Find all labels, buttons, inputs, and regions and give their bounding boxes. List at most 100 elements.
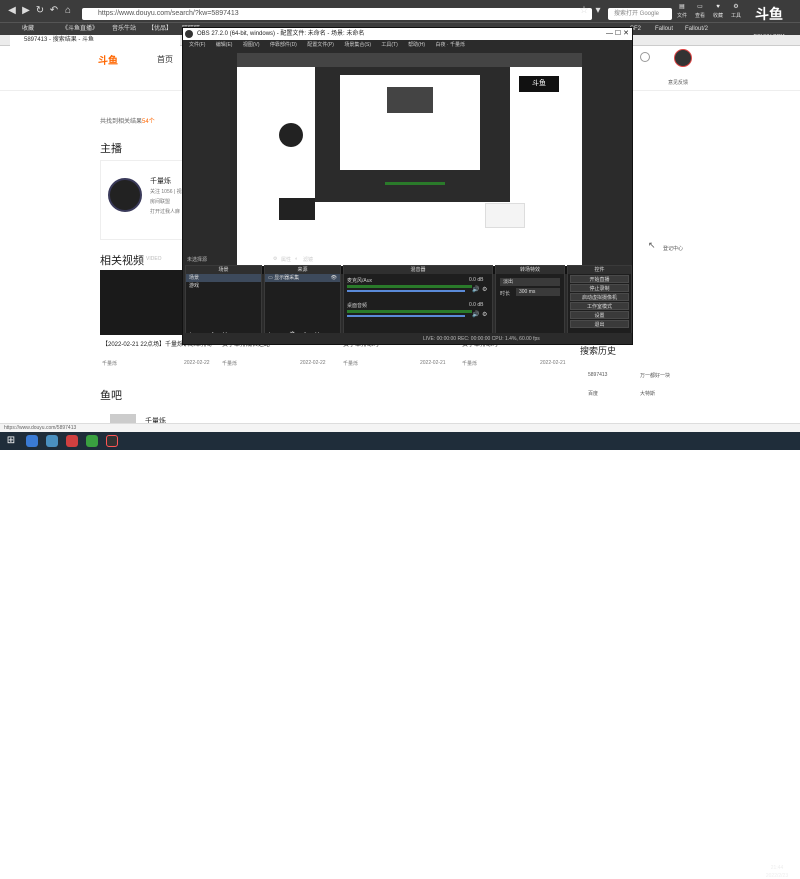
settings-button[interactable]: 设置 <box>570 311 629 319</box>
video-author[interactable]: 千量烁 <box>343 360 358 367</box>
obs-taskbar-icon[interactable] <box>106 435 118 447</box>
history-item[interactable]: 5897413 <box>588 372 607 378</box>
browser-tab[interactable]: 5897413 - 搜索结果 - 斗鱼 <box>10 35 180 46</box>
anchor-tag: 房间联盟 <box>150 199 171 205</box>
video-date: 2022-02-21 <box>420 360 446 366</box>
bookmark-item[interactable]: 《斗鱼直播》 <box>62 24 98 35</box>
window-controls[interactable]: — ☐ ✕ <box>583 29 632 39</box>
start-streaming-button[interactable]: 开始直播 <box>570 275 629 283</box>
mixer-gear-icon[interactable]: ⚙ <box>482 286 487 293</box>
obs-window[interactable]: OBS 27.2.0 (64-bit, windows) - 配置文件: 未命名… <box>182 27 633 345</box>
exit-button[interactable]: 退出 <box>570 320 629 328</box>
volume-slider[interactable] <box>347 315 465 317</box>
video-author[interactable]: 千量烁 <box>462 360 477 367</box>
browser-taskbar-icon[interactable] <box>26 435 38 447</box>
menu-help[interactable]: 帮助(H) <box>408 40 425 50</box>
nav-home-link[interactable]: 首页 <box>157 54 173 65</box>
anchor-desc: 打开过我人麻 <box>150 209 181 215</box>
clock-time[interactable]: 21:44 <box>757 865 797 871</box>
transition-select[interactable]: 淡出 <box>500 278 560 286</box>
transitions-dock: 转场特效 淡出 时长 300 ms <box>495 265 565 341</box>
history-clock-icon[interactable] <box>640 52 650 62</box>
refresh-icon[interactable]: ↻ <box>34 5 46 17</box>
avatar[interactable] <box>108 178 142 212</box>
favorites-icon[interactable]: ♥ <box>708 2 728 12</box>
browser-search-input[interactable]: 搜索打开 Google <box>608 8 672 20</box>
obs-preview[interactable]: 斗鱼 <box>237 53 582 274</box>
filters-button[interactable]: 滤镜 <box>303 256 313 263</box>
home-icon[interactable]: ⌂ <box>62 5 74 17</box>
view-icon[interactable]: ▭ <box>690 2 710 12</box>
obs-menu-bar: 文件(F) 编辑(E) 视图(V) 停靠部件(D) 配置文件(P) 场景集合(S… <box>183 40 632 50</box>
register-link[interactable]: 登记中心 <box>663 245 683 252</box>
search-history-title: 搜索历史 <box>580 346 617 356</box>
history-item[interactable]: 大特斯 <box>640 390 655 397</box>
bookmark-item[interactable]: Fallout <box>655 24 673 35</box>
menu-file[interactable]: 文件(F) <box>189 40 205 50</box>
duration-input[interactable]: 300 ms <box>516 288 560 296</box>
preview-recursion <box>385 85 435 115</box>
speaker-icon[interactable]: 🔊 <box>472 286 479 293</box>
preview-watermark: 斗鱼 <box>519 76 559 92</box>
menu-edit[interactable]: 编辑(E) <box>216 40 233 50</box>
preview-nested-obs <box>315 67 510 202</box>
filter-icon[interactable]: ◐ <box>295 256 298 262</box>
feedback-link[interactable]: 意见反馈 <box>668 79 688 86</box>
anchor-name[interactable]: 千量烁 <box>150 176 171 186</box>
file-icon[interactable]: ▤ <box>672 2 692 12</box>
toolbar-favorites-label: 收藏 <box>712 13 723 19</box>
menu-plugin[interactable]: 白夜 · 千量烁 <box>436 40 465 50</box>
star-icon[interactable]: ☆ <box>578 5 590 17</box>
volume-meter <box>347 285 472 288</box>
mixer-channel-db: 0.0 dB <box>469 277 484 283</box>
video-date: 2022-02-21 <box>540 360 566 366</box>
obs-app-icon <box>185 30 193 38</box>
cursor-icon: ↖ <box>648 240 656 250</box>
preview-avatar <box>279 123 303 147</box>
mixer-gear-icon[interactable]: ⚙ <box>482 311 487 318</box>
controls-dock: 控件 开始直播 停止录制 启动虚拟摄像机 工作室模式 设置 退出 <box>567 265 632 341</box>
history-item[interactable]: 万一都好一块 <box>640 372 670 379</box>
menu-tools[interactable]: 工具(T) <box>381 40 397 50</box>
history-item[interactable]: 百度 <box>588 390 598 397</box>
menu-profile[interactable]: 配置文件(P) <box>307 40 334 50</box>
bookmark-item[interactable]: 音乐牛站 <box>112 24 136 35</box>
controls-dock-title: 控件 <box>568 266 631 274</box>
video-author[interactable]: 千量烁 <box>222 360 237 367</box>
scene-item[interactable]: 场景 <box>186 274 261 282</box>
bookmark-item[interactable]: Fallout/2 <box>685 24 708 35</box>
url-bar[interactable]: https://www.douyu.com/search/?kw=5897413 <box>82 8 592 20</box>
undo-icon[interactable]: ↶ <box>48 5 60 17</box>
mixer-dock: 混音器 麦克风/Aux 0.0 dB 🔊 ⚙ 桌面音频 0.0 dB 🔊 ⚙ <box>343 265 493 341</box>
wechat-taskbar-icon[interactable] <box>86 435 98 447</box>
source-item[interactable]: ▭ 显示器采集 👁 <box>265 274 340 282</box>
menu-view[interactable]: 视图(V) <box>243 40 260 50</box>
section-videos-subtitle: VIDEO <box>146 256 162 262</box>
bookmark-item[interactable]: 收藏 <box>22 24 34 35</box>
dropdown-icon[interactable]: ▾ <box>592 5 604 17</box>
back-icon[interactable]: ◀ <box>6 5 18 17</box>
user-avatar[interactable] <box>674 49 692 67</box>
virtual-camera-button[interactable]: 启动虚拟摄像机 <box>570 293 629 301</box>
stop-recording-button[interactable]: 停止录制 <box>570 284 629 292</box>
browser-toolbar: ◀ ▶ ↻ ↶ ⌂ https://www.douyu.com/search/?… <box>0 0 800 22</box>
properties-button[interactable]: 属性 <box>281 256 291 263</box>
douyu-logo[interactable]: 斗鱼 <box>98 52 118 67</box>
clock-date[interactable]: 2022/2/23 <box>757 873 797 879</box>
studio-mode-button[interactable]: 工作室模式 <box>570 302 629 310</box>
bookmark-item[interactable]: 【优品】 <box>148 24 172 35</box>
windows-start-icon[interactable]: ⊞ <box>5 435 17 447</box>
scene-item[interactable]: 游戏 <box>186 282 261 290</box>
video-date: 2022-02-22 <box>300 360 326 366</box>
visibility-icon[interactable]: 👁 <box>331 274 340 282</box>
menu-docks[interactable]: 停靠部件(D) <box>270 40 297 50</box>
speaker-icon[interactable]: 🔊 <box>472 311 479 318</box>
app-taskbar-icon[interactable] <box>66 435 78 447</box>
source-item-label: 显示器采集 <box>274 275 300 281</box>
video-author[interactable]: 千量烁 <box>102 360 117 367</box>
volume-slider[interactable] <box>347 290 465 292</box>
properties-gear-icon[interactable]: ⚙ <box>273 256 277 262</box>
menu-scene-collection[interactable]: 场景集合(S) <box>344 40 371 50</box>
explorer-taskbar-icon[interactable] <box>46 435 58 447</box>
forward-icon[interactable]: ▶ <box>20 5 32 17</box>
